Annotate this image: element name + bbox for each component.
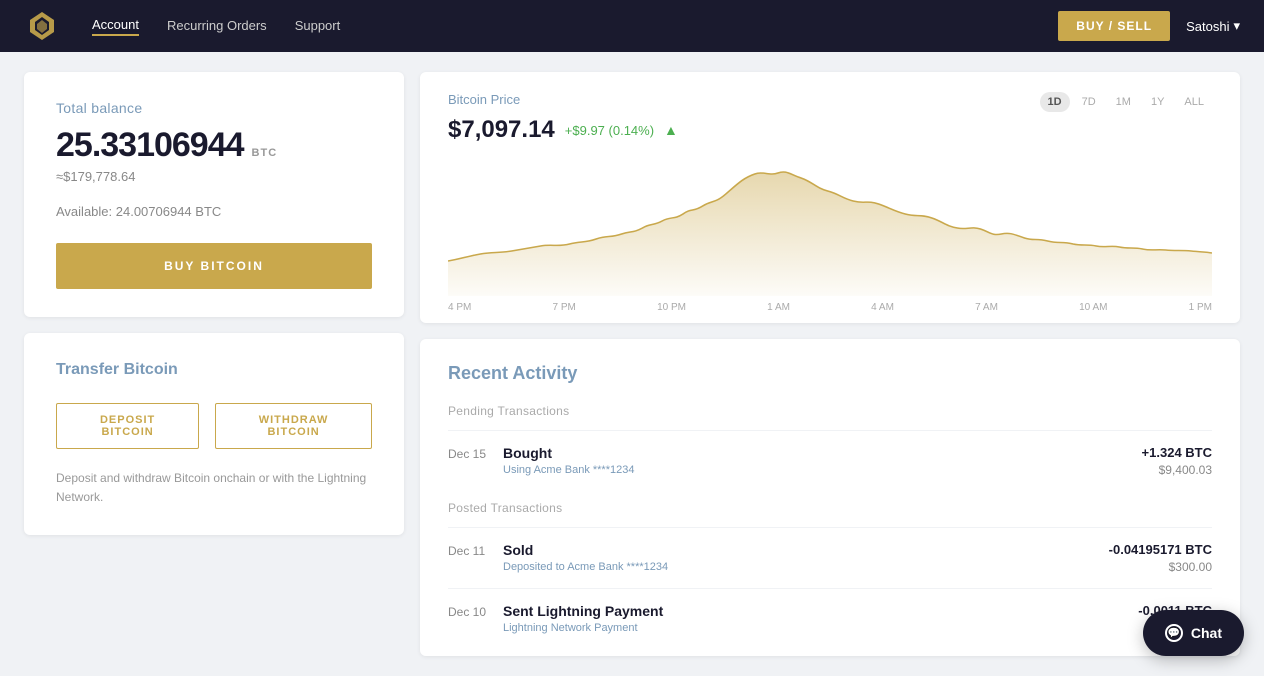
chat-icon: 💬 bbox=[1165, 624, 1183, 642]
chart-x-labels: 4 PM 7 PM 10 PM 1 AM 4 AM 7 AM 10 AM 1 P… bbox=[448, 296, 1212, 313]
tx-type-0: Bought bbox=[503, 445, 1142, 461]
activity-title: Recent Activity bbox=[448, 363, 1212, 384]
usd-balance: ≈$179,778.64 bbox=[56, 169, 372, 184]
price-header: Bitcoin Price 1D 7D 1M 1Y ALL bbox=[448, 92, 1212, 112]
chart-label-6: 10 AM bbox=[1079, 302, 1107, 313]
nav-links: Account Recurring Orders Support bbox=[92, 17, 1026, 36]
chart-label-0: 4 PM bbox=[448, 302, 471, 313]
tx-info-0: Bought Using Acme Bank ****1234 bbox=[503, 445, 1142, 476]
bitcoin-price: $7,097.14 bbox=[448, 116, 555, 144]
posted-label: Posted Transactions bbox=[448, 501, 1212, 515]
price-up-arrow-icon: ▲ bbox=[664, 122, 678, 138]
available-balance: Available: 24.00706944 BTC bbox=[56, 204, 372, 219]
chart-label-1: 7 PM bbox=[553, 302, 576, 313]
price-title: Bitcoin Price bbox=[448, 92, 520, 107]
withdraw-bitcoin-button[interactable]: WITHDRAW BITCOIN bbox=[215, 403, 372, 449]
time-filter-all[interactable]: ALL bbox=[1176, 92, 1212, 112]
tx-sub-2: Lightning Network Payment bbox=[503, 622, 1138, 634]
transfer-card: Transfer Bitcoin DEPOSIT BITCOIN WITHDRA… bbox=[24, 333, 404, 535]
buy-sell-button[interactable]: BUY / SELL bbox=[1058, 11, 1170, 41]
nav-account[interactable]: Account bbox=[92, 17, 139, 36]
chat-label: Chat bbox=[1191, 625, 1222, 641]
main-content: Total balance 25.33106944 BTC ≈$179,778.… bbox=[0, 52, 1264, 676]
tx-usd-1: $300.00 bbox=[1109, 560, 1212, 574]
tx-date-1: Dec 11 bbox=[448, 542, 503, 558]
time-filter-1y[interactable]: 1Y bbox=[1143, 92, 1172, 112]
deposit-bitcoin-button[interactable]: DEPOSIT BITCOIN bbox=[56, 403, 199, 449]
btc-balance: 25.33106944 bbox=[56, 126, 244, 165]
balance-card: Total balance 25.33106944 BTC ≈$179,778.… bbox=[24, 72, 404, 317]
tx-date-0: Dec 15 bbox=[448, 445, 503, 461]
price-chart bbox=[448, 156, 1212, 296]
pending-label: Pending Transactions bbox=[448, 404, 1212, 418]
chart-label-5: 7 AM bbox=[975, 302, 998, 313]
tx-sub-0: Using Acme Bank ****1234 bbox=[503, 464, 1142, 476]
tx-date-2: Dec 10 bbox=[448, 603, 503, 619]
logo bbox=[24, 8, 60, 44]
tx-btc-1: -0.04195171 BTC bbox=[1109, 542, 1212, 557]
time-filter-7d[interactable]: 7D bbox=[1074, 92, 1104, 112]
chart-label-4: 4 AM bbox=[871, 302, 894, 313]
chevron-down-icon: ▾ bbox=[1233, 18, 1240, 34]
nav-recurring-orders[interactable]: Recurring Orders bbox=[167, 18, 267, 35]
price-row: $7,097.14 +$9.97 (0.14%) ▲ bbox=[448, 116, 1212, 144]
header-right: BUY / SELL Satoshi ▾ bbox=[1058, 11, 1240, 41]
transfer-buttons: DEPOSIT BITCOIN WITHDRAW BITCOIN bbox=[56, 403, 372, 449]
tx-info-1: Sold Deposited to Acme Bank ****1234 bbox=[503, 542, 1109, 573]
right-column: Bitcoin Price 1D 7D 1M 1Y ALL $7,097.14 … bbox=[420, 72, 1240, 656]
time-filter-1d[interactable]: 1D bbox=[1040, 92, 1070, 112]
table-row: Dec 11 Sold Deposited to Acme Bank ****1… bbox=[448, 527, 1212, 588]
balance-label: Total balance bbox=[56, 100, 372, 116]
buy-bitcoin-button[interactable]: BUY BITCOIN bbox=[56, 243, 372, 289]
tx-amount-1: -0.04195171 BTC $300.00 bbox=[1109, 542, 1212, 574]
nav-support[interactable]: Support bbox=[295, 18, 341, 35]
activity-card: Recent Activity Pending Transactions Dec… bbox=[420, 339, 1240, 656]
time-filters: 1D 7D 1M 1Y ALL bbox=[1040, 92, 1212, 112]
tx-btc-0: +1.324 BTC bbox=[1142, 445, 1212, 460]
tx-usd-0: $9,400.03 bbox=[1142, 463, 1212, 477]
chart-label-3: 1 AM bbox=[767, 302, 790, 313]
user-name: Satoshi bbox=[1186, 19, 1229, 34]
balance-main: 25.33106944 BTC bbox=[56, 126, 372, 165]
chat-button[interactable]: 💬 Chat bbox=[1143, 610, 1244, 656]
header: Account Recurring Orders Support BUY / S… bbox=[0, 0, 1264, 52]
tx-amount-0: +1.324 BTC $9,400.03 bbox=[1142, 445, 1212, 477]
table-row: Dec 15 Bought Using Acme Bank ****1234 +… bbox=[448, 430, 1212, 491]
price-change: +$9.97 (0.14%) bbox=[565, 123, 654, 138]
transfer-description: Deposit and withdraw Bitcoin onchain or … bbox=[56, 469, 372, 507]
chart-label-7: 1 PM bbox=[1189, 302, 1212, 313]
price-card: Bitcoin Price 1D 7D 1M 1Y ALL $7,097.14 … bbox=[420, 72, 1240, 323]
chart-label-2: 10 PM bbox=[657, 302, 686, 313]
tx-type-1: Sold bbox=[503, 542, 1109, 558]
user-menu[interactable]: Satoshi ▾ bbox=[1186, 18, 1240, 34]
table-row: Dec 10 Sent Lightning Payment Lightning … bbox=[448, 588, 1212, 648]
transfer-title: Transfer Bitcoin bbox=[56, 361, 372, 379]
btc-unit: BTC bbox=[252, 147, 278, 159]
tx-type-2: Sent Lightning Payment bbox=[503, 603, 1138, 619]
tx-info-2: Sent Lightning Payment Lightning Network… bbox=[503, 603, 1138, 634]
tx-sub-1: Deposited to Acme Bank ****1234 bbox=[503, 561, 1109, 573]
left-column: Total balance 25.33106944 BTC ≈$179,778.… bbox=[24, 72, 404, 656]
time-filter-1m[interactable]: 1M bbox=[1108, 92, 1139, 112]
